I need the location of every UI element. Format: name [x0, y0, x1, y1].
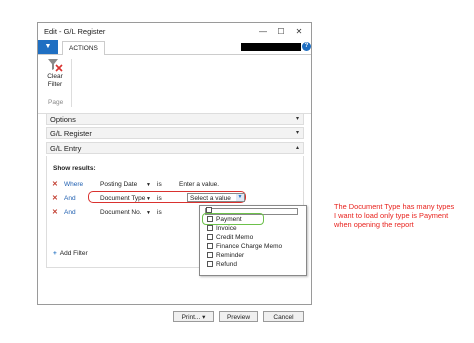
plus-icon: + [53, 250, 57, 257]
close-button[interactable]: ✕ [292, 26, 306, 37]
chevron-up-icon: ▴ [295, 145, 299, 151]
title-bar: Edit - G/L Register — ☐ ✕ [38, 23, 311, 40]
ribbon-body: Clear Filter Page [38, 55, 311, 114]
window-title: Edit - G/L Register [44, 27, 106, 36]
remove-filter-icon[interactable]: ✕ [52, 208, 58, 218]
checkbox[interactable] [207, 261, 213, 268]
annotation-text: The Document Type has many types I want … [334, 202, 455, 229]
dropdown-option[interactable]: Refund [207, 261, 237, 269]
filter-operator: is [157, 209, 162, 216]
clear-filter-icon [48, 59, 63, 72]
filter-value-input[interactable]: Enter a value. [179, 180, 219, 190]
document-type-select[interactable]: Select a value ▼ [187, 193, 245, 202]
filter-conjunction: And [64, 209, 76, 216]
dropdown-option[interactable]: Finance Charge Memo [207, 243, 282, 251]
ribbon-tabs: ▼ ACTIONS ? [38, 40, 311, 55]
checkbox[interactable] [207, 243, 213, 250]
section-gl-register[interactable]: G/L Register ▾ [46, 127, 304, 139]
clear-filter-button[interactable]: Clear Filter [44, 58, 66, 89]
dropdown-option[interactable]: Credit Memo [207, 234, 253, 242]
filter-operator: is [157, 181, 162, 188]
field-dropdown-icon[interactable]: ▼ [146, 208, 151, 218]
section-options[interactable]: Options ▾ [46, 113, 304, 125]
filter-field[interactable]: Document No. [100, 208, 142, 218]
print-dropdown-icon[interactable]: ▾ [202, 314, 205, 321]
help-icon[interactable]: ? [302, 42, 311, 51]
group-label-page: Page [48, 99, 64, 106]
print-button[interactable]: Print... ▾ [173, 311, 214, 322]
checkbox[interactable] [207, 234, 213, 241]
checkbox[interactable] [207, 252, 213, 259]
show-results-label: Show results: [53, 165, 96, 172]
field-dropdown-icon[interactable]: ▼ [146, 180, 151, 190]
preview-button[interactable]: Preview [219, 311, 258, 322]
dropdown-option[interactable]: Reminder [207, 252, 244, 260]
option-label: Refund [216, 261, 237, 268]
dropdown-option[interactable]: Invoice [207, 225, 237, 233]
section-gl-entry[interactable]: G/L Entry ▴ [46, 142, 304, 154]
filter-conjunction: And [64, 195, 76, 202]
print-label: Print... [181, 314, 201, 321]
chevron-down-icon: ▾ [295, 116, 299, 122]
add-filter-label: Add Filter [59, 250, 88, 257]
green-highlight-oval [202, 213, 264, 225]
maximize-button[interactable]: ☐ [274, 26, 288, 37]
minimize-button[interactable]: — [256, 26, 270, 37]
clear-filter-label-1: Clear [47, 73, 63, 80]
select-placeholder: Select a value [190, 195, 231, 202]
option-label: Finance Charge Memo [216, 243, 283, 250]
clear-filter-label-2: Filter [47, 81, 63, 88]
add-filter-button[interactable]: + Add Filter [53, 250, 88, 257]
filter-field[interactable]: Posting Date [100, 180, 137, 190]
chevron-down-icon[interactable]: ▼ [236, 194, 244, 201]
remove-filter-icon[interactable]: ✕ [52, 180, 58, 190]
cancel-button[interactable]: Cancel [263, 311, 304, 322]
filter-conjunction: Where [64, 181, 84, 188]
redacted-block [241, 43, 301, 51]
section-gl-entry-label: G/L Entry [50, 144, 82, 153]
chevron-down-icon: ▾ [295, 130, 299, 136]
tab-actions[interactable]: ACTIONS [62, 41, 105, 55]
section-gl-register-label: G/L Register [50, 129, 92, 138]
checkbox[interactable] [207, 225, 213, 232]
remove-filter-icon[interactable]: ✕ [52, 194, 58, 204]
group-divider [71, 59, 72, 107]
app-menu-button[interactable]: ▼ [38, 40, 58, 54]
option-label: Reminder [216, 252, 245, 259]
option-label: Credit Memo [216, 234, 254, 241]
option-label: Invoice [216, 225, 237, 232]
section-options-label: Options [50, 115, 76, 124]
